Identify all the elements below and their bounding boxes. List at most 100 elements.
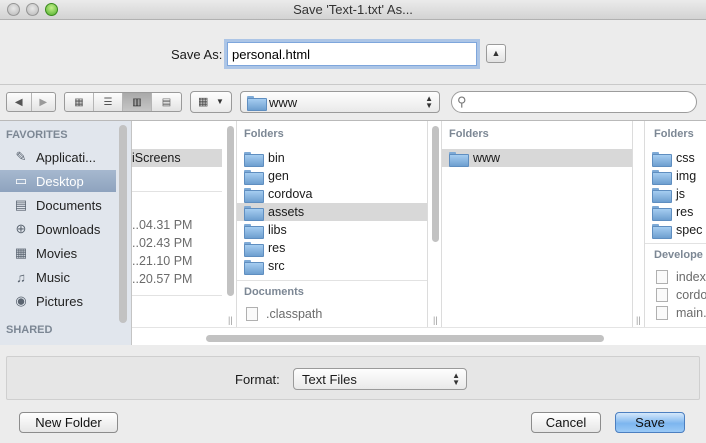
arrange-grid-icon: ▦: [198, 96, 209, 108]
item-label: gen: [268, 169, 289, 183]
divider: [132, 295, 222, 296]
folder-icon: [652, 169, 672, 185]
sidebar: FAVORITES ✎ Applicati... ▭ Desktop ▤ Doc…: [0, 121, 132, 345]
list-item[interactable]: www: [442, 149, 632, 167]
horizontal-scroll-thumb[interactable]: [206, 335, 604, 342]
list-item[interactable]: src: [237, 257, 427, 275]
documents-icon: ▤: [14, 197, 28, 212]
item-label: img: [676, 169, 697, 183]
list-item[interactable]: css: [645, 149, 695, 167]
column-1-scrollbar[interactable]: [432, 126, 439, 242]
list-item: ..02.43 PM: [132, 234, 192, 252]
format-value: Text Files: [302, 372, 357, 387]
cancel-button[interactable]: Cancel: [531, 412, 601, 433]
sidebar-item-label: Desktop: [36, 173, 84, 189]
column-2: Folders www: [441, 121, 633, 327]
icon-view-button[interactable]: ▦: [65, 93, 94, 111]
folder-icon: [652, 223, 672, 239]
column-0-scrollbar[interactable]: [227, 126, 234, 296]
save-as-input[interactable]: [227, 42, 477, 66]
item-label: src: [268, 259, 285, 273]
up-down-arrows-icon: ▲ ▼: [425, 94, 433, 110]
browser-toolbar: ◀ ▶ ▦ ☰ ▥ ▤ ▦ ▼ www ▲ ▼ ⚲: [0, 84, 706, 120]
item-label: libs: [268, 223, 287, 237]
sidebar-item-movies[interactable]: ▦ Movies: [0, 242, 116, 264]
item-label: css: [676, 151, 695, 165]
sidebar-item-music[interactable]: ♫ Music: [0, 266, 116, 288]
list-item[interactable]: main.: [645, 304, 706, 322]
list-lines-icon: ☰: [103, 96, 113, 108]
list-item[interactable]: bin: [237, 149, 427, 167]
timestamp: ..04.31 PM: [132, 218, 193, 232]
folders-header: Folders: [244, 128, 284, 140]
search-field[interactable]: ⚲: [451, 91, 697, 113]
list-item[interactable]: index: [645, 268, 706, 286]
column-resize-handle[interactable]: ||: [433, 315, 438, 325]
new-folder-button[interactable]: New Folder: [19, 412, 118, 433]
column-0: iScreens ..04.31 PM ..02.43 PM ..21.10 P…: [132, 121, 224, 327]
collapse-dialog-button[interactable]: ▲: [486, 44, 506, 63]
save-button[interactable]: Save: [615, 412, 685, 433]
sidebar-item-downloads[interactable]: ⊕ Downloads: [0, 218, 116, 240]
sidebar-item-label: Documents: [36, 197, 102, 213]
list-item[interactable]: res: [645, 203, 693, 221]
format-label: Format:: [235, 372, 280, 387]
document-icon: [656, 306, 668, 320]
folder-icon: [244, 259, 264, 275]
folders-header: Folders: [449, 128, 489, 140]
list-item[interactable]: .classpath: [237, 305, 322, 323]
column-view-button[interactable]: ▥: [123, 93, 152, 111]
sidebar-item-applications[interactable]: ✎ Applicati...: [0, 146, 116, 168]
timestamp: ..02.43 PM: [132, 236, 193, 250]
list-item[interactable]: libs: [237, 221, 427, 239]
horizontal-scrollbar: [132, 327, 706, 345]
sidebar-item-pictures[interactable]: ◉ Pictures: [0, 290, 116, 312]
developer-header: Develope: [654, 249, 703, 261]
sidebar-item-label: Downloads: [36, 221, 101, 237]
folder-icon: [247, 96, 267, 111]
list-item[interactable]: res: [237, 239, 427, 257]
list-item[interactable]: gen: [237, 167, 427, 185]
columns-icon: ▥: [132, 96, 142, 108]
sidebar-item-documents[interactable]: ▤ Documents: [0, 194, 116, 216]
sidebar-item-label: Movies: [36, 245, 78, 261]
list-item[interactable]: assets: [237, 203, 427, 221]
item-label: res: [676, 205, 694, 219]
arrange-popup[interactable]: ▦ ▼: [190, 91, 232, 113]
location-popup[interactable]: www ▲ ▼: [240, 91, 440, 113]
sidebar-item-desktop[interactable]: ▭ Desktop: [0, 170, 116, 192]
folder-icon: [244, 169, 264, 185]
document-icon: [656, 270, 668, 284]
file-browser: FAVORITES ✎ Applicati... ▭ Desktop ▤ Doc…: [0, 120, 706, 345]
list-view-button[interactable]: ☰: [94, 93, 123, 111]
list-item: ..21.10 PM: [132, 252, 192, 270]
title-bar: Save 'Text-1.txt' As...: [0, 0, 706, 20]
triangle-up-icon: ▲: [491, 48, 501, 58]
list-item[interactable]: js: [645, 185, 685, 203]
column-resize-handle[interactable]: ||: [636, 315, 641, 325]
documents-header: Documents: [244, 286, 304, 298]
item-label: cordo: [676, 288, 706, 302]
forward-arrow-icon: ▶: [39, 96, 48, 108]
format-popup[interactable]: Text Files ▲ ▼: [293, 368, 467, 390]
item-label: index: [676, 270, 706, 284]
item-label: .classpath: [266, 307, 323, 321]
list-item: ..04.31 PM: [132, 216, 192, 234]
forward-button[interactable]: ▶: [32, 93, 56, 111]
list-item[interactable]: iScreens: [132, 149, 222, 167]
search-input[interactable]: [474, 94, 684, 110]
folder-icon: [244, 151, 264, 167]
folder-icon: [652, 151, 672, 167]
sidebar-item-label: Applicati...: [36, 149, 96, 165]
list-item[interactable]: spec: [645, 221, 702, 239]
coverflow-view-button[interactable]: ▤: [152, 93, 181, 111]
list-item[interactable]: img: [645, 167, 696, 185]
back-button[interactable]: ◀: [7, 93, 32, 111]
applications-icon: ✎: [15, 149, 27, 164]
column-3: Folders css img js res spec Develope ind…: [644, 121, 706, 327]
folder-icon: [244, 241, 264, 257]
list-item[interactable]: cordova: [237, 185, 427, 203]
sidebar-scrollbar[interactable]: [119, 125, 127, 323]
column-resize-handle[interactable]: ||: [228, 315, 233, 325]
list-item[interactable]: cordo: [645, 286, 706, 304]
